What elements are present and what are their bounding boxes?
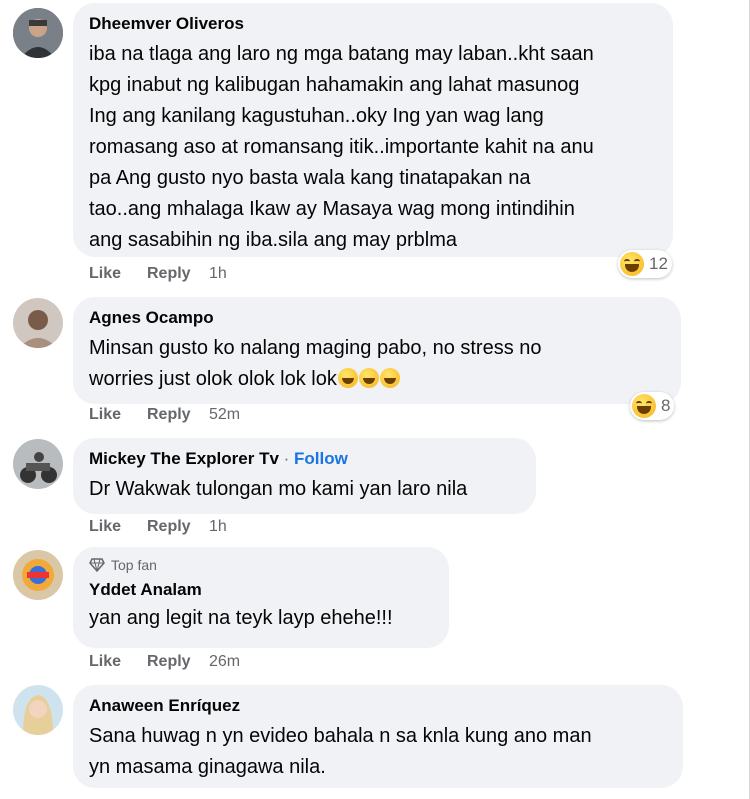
comment-text-line: worries just olok olok lok lok bbox=[89, 364, 665, 395]
comment-text-line: pa Ang gusto nyo basta wala kang tinatap… bbox=[89, 167, 531, 189]
comment-bubble: Dheemver Oliveros iba na tlaga ang laro … bbox=[73, 3, 673, 257]
laughing-emoji-icon bbox=[620, 252, 644, 276]
comment-text-line: romasang aso at romansang itik..importan… bbox=[89, 136, 594, 158]
follow-button[interactable]: Follow bbox=[294, 449, 348, 468]
comment-author[interactable]: Agnes Ocampo bbox=[89, 307, 665, 329]
comment-text-line: Minsan gusto ko nalang maging pabo, no s… bbox=[89, 337, 542, 359]
comment-author[interactable]: Dheemver Oliveros bbox=[89, 13, 657, 35]
avatar[interactable] bbox=[13, 685, 63, 735]
comment-bubble: Anaween Enríquez Sana huwag n yn evideo … bbox=[73, 685, 683, 788]
reaction-count: 12 bbox=[649, 254, 668, 273]
comment-text-line: Ing ang kanilang kagustuhan..oky Ing yan… bbox=[89, 105, 544, 127]
comment-text-line: Dr Wakwak tulongan mo kami yan laro nila bbox=[89, 478, 468, 500]
comment-author-name[interactable]: Mickey The Explorer Tv bbox=[89, 449, 279, 468]
reaction-summary[interactable]: 12 bbox=[618, 250, 672, 278]
comment-actions: Like Reply 26m bbox=[89, 653, 240, 671]
laughing-emoji-icon bbox=[358, 368, 379, 388]
reply-button[interactable]: Reply bbox=[147, 518, 209, 536]
avatar[interactable] bbox=[13, 439, 63, 489]
reply-button[interactable]: Reply bbox=[147, 265, 209, 283]
avatar[interactable] bbox=[13, 8, 63, 58]
avatar[interactable] bbox=[13, 550, 63, 600]
comment-text-line: tao..ang mhalaga Ikaw ay Masaya wag mong… bbox=[89, 198, 575, 220]
comment-actions: Like Reply 1h bbox=[89, 265, 227, 283]
laughing-emoji-icon bbox=[379, 368, 400, 388]
comment-timestamp[interactable]: 52m bbox=[209, 406, 240, 424]
like-button[interactable]: Like bbox=[89, 518, 147, 536]
reaction-summary[interactable]: 8 bbox=[630, 392, 675, 420]
reply-button[interactable]: Reply bbox=[147, 406, 209, 424]
comment-author[interactable]: Yddet Analam bbox=[89, 579, 433, 601]
comment-timestamp[interactable]: 1h bbox=[209, 265, 227, 283]
comment-timestamp[interactable]: 26m bbox=[209, 653, 240, 671]
comment-text-line: kpg inabut ng kalibugan hahamakin ang la… bbox=[89, 74, 580, 96]
comment-bubble: Agnes Ocampo Minsan gusto ko nalang magi… bbox=[73, 297, 681, 404]
laughing-emoji-icon bbox=[632, 394, 656, 418]
comment-text-line: Sana huwag n yn evideo bahala n sa knla … bbox=[89, 725, 592, 747]
top-fan-label: Top fan bbox=[111, 557, 157, 573]
comment-text: worries just olok olok lok lok bbox=[89, 368, 337, 390]
comment-bubble: Top fan Yddet Analam yan ang legit na te… bbox=[73, 547, 449, 648]
avatar[interactable] bbox=[13, 298, 63, 348]
comment-text-line: yn masama ginagawa nila. bbox=[89, 756, 326, 778]
like-button[interactable]: Like bbox=[89, 406, 147, 424]
comment-text-line: ang sasabihin ng iba.sila ang may prblma bbox=[89, 229, 457, 251]
comment-bubble: Mickey The Explorer Tv · Follow Dr Wakwa… bbox=[73, 438, 536, 514]
comment-text-line: yan ang legit na teyk layp ehehe!!! bbox=[89, 607, 393, 629]
reaction-count: 8 bbox=[661, 396, 671, 415]
top-fan-badge: Top fan bbox=[89, 555, 433, 575]
comment-actions: Like Reply 52m bbox=[89, 406, 240, 424]
comment-text-line: iba na tlaga ang laro ng mga batang may … bbox=[89, 43, 594, 65]
comment-timestamp[interactable]: 1h bbox=[209, 518, 227, 536]
comment-actions: Like Reply 1h bbox=[89, 518, 227, 536]
comments-section: Dheemver Oliveros iba na tlaga ang laro … bbox=[0, 0, 750, 799]
separator-dot: · bbox=[278, 449, 295, 468]
comment-author: Mickey The Explorer Tv · Follow bbox=[89, 448, 520, 470]
like-button[interactable]: Like bbox=[89, 653, 147, 671]
like-button[interactable]: Like bbox=[89, 265, 147, 283]
laughing-emoji-icon bbox=[337, 368, 358, 388]
reply-button[interactable]: Reply bbox=[147, 653, 209, 671]
comment-author[interactable]: Anaween Enríquez bbox=[89, 695, 667, 717]
diamond-icon bbox=[89, 558, 105, 572]
